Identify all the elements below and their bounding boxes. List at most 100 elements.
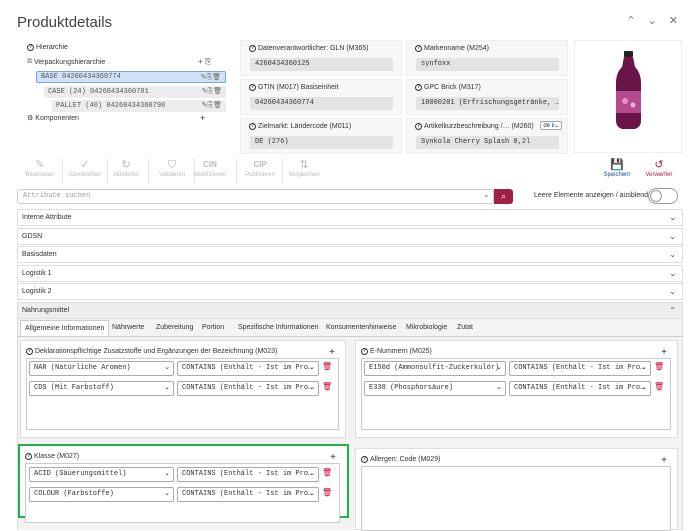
accordion-logistik-2[interactable]: Logistik 2 ⌄ bbox=[17, 283, 683, 300]
chevron-down-icon: ⌄ bbox=[669, 232, 676, 241]
pencil-icon: ✎ bbox=[35, 159, 45, 171]
header-icons: ⌃ ⌄ ✕ bbox=[626, 14, 678, 27]
klasse-status-1[interactable]: CONTAINS (Enthält - Ist im Pro… ⌄ bbox=[177, 467, 319, 482]
modify-button[interactable]: CIN Modifizieren bbox=[187, 158, 233, 184]
row-icons: ✎⎘🗑 bbox=[200, 74, 221, 82]
chevron-up-icon: ⌃ bbox=[669, 306, 676, 315]
hierarchy-label: ? Hierarchie bbox=[27, 44, 68, 51]
markenname-value: synfoxx bbox=[416, 58, 559, 71]
layers-icon: ⧉ bbox=[27, 58, 32, 65]
save-icon: 💾 bbox=[610, 159, 624, 171]
trash-icon[interactable]: 🗑 bbox=[654, 382, 664, 391]
tab-allgemeine-informationen[interactable]: Allgemeine Informationen bbox=[20, 320, 110, 336]
publish-button[interactable]: CIP Publizieren bbox=[237, 158, 283, 184]
discard-icon: ↺ bbox=[654, 159, 664, 171]
tab-naehrwerte[interactable]: Nährwerte bbox=[108, 320, 148, 336]
pack-hierarchy-label: ⧉ Verpackungshierarchie bbox=[27, 58, 106, 66]
compare-button[interactable]: ⇅ Vergleichen bbox=[281, 158, 327, 184]
edit-button[interactable]: ✎ Bearbeiten bbox=[17, 158, 63, 184]
e-nummer-select-2[interactable]: E338 (Phosphorsäure) ⌄ bbox=[364, 381, 506, 396]
klasse-select-2[interactable]: COLOUR (Farbstoffe) ⌄ bbox=[29, 487, 174, 502]
tab-spezifische-informationen[interactable]: Spezifische Informationen bbox=[234, 320, 323, 336]
add-icon[interactable]: + bbox=[330, 452, 336, 463]
accordion-basisdaten[interactable]: Basisdaten ⌄ bbox=[17, 246, 683, 263]
trash-icon[interactable]: 🗑 bbox=[322, 488, 332, 497]
product-image bbox=[574, 40, 682, 153]
gtin-value: 04260434360774 bbox=[250, 97, 393, 110]
tab-mikrobiologie[interactable]: Mikrobiologie bbox=[402, 320, 451, 336]
activate-button[interactable]: ↻ Aktivieren bbox=[103, 158, 149, 184]
compare-icon: ⇅ bbox=[299, 159, 309, 171]
components-icon: ⚙ bbox=[27, 115, 34, 122]
chevron-down-icon: ⌄ bbox=[483, 192, 489, 200]
refresh-icon: ↻ bbox=[121, 159, 131, 171]
field-datenverantwortlicher: ? Datenverantwortlicher: GLN (M365) 42604… bbox=[240, 40, 402, 76]
chevron-down-icon: ⌄ bbox=[669, 250, 676, 259]
allergen-list bbox=[361, 466, 671, 531]
chevron-up-icon[interactable]: ⌃ bbox=[626, 14, 635, 27]
gln-value: 4260434360125 bbox=[250, 58, 393, 71]
accordion-gdsn[interactable]: GDSN ⌄ bbox=[17, 228, 683, 245]
attribute-search-input[interactable]: Attribute suchen ⌄ bbox=[17, 189, 494, 204]
section-e-nummern: ? E-Nummern (M025) + E150d (Ammonsulfit-Z… bbox=[355, 340, 678, 438]
zusatzstoff-select-1[interactable]: NAR (Natürliche Aromen) ⌄ bbox=[29, 361, 174, 376]
chevron-down-icon: ⌄ bbox=[669, 269, 676, 278]
chevron-down-icon: ⌄ bbox=[669, 213, 676, 222]
page-title: Produktdetails bbox=[17, 14, 113, 31]
field-markenname: ? Markenname (M254) synfoxx bbox=[406, 40, 568, 76]
toggle-label: Leere Elemente anzeigen / ausblenden bbox=[534, 192, 656, 199]
field-gtin: ? GTIN (M017) Basiseinheit 04260434360774 bbox=[240, 79, 402, 115]
zusatzstoff-status-1[interactable]: CONTAINS (Enthält - Ist im Pro… ⌄ bbox=[177, 361, 319, 376]
gpc-value: 10000201 (Erfrischungsgetränke, … bbox=[416, 97, 559, 110]
e-nummer-select-1[interactable]: E150d (Ammonsulfit-Zuckerkulör) ⌄ bbox=[364, 361, 506, 376]
e-nummer-status-1[interactable]: CONTAINS (Enthält - Ist im Pro… ⌄ bbox=[509, 361, 651, 376]
section-allergen: ? Allergen: Code (M029) + bbox=[355, 448, 678, 531]
trash-icon[interactable]: 🗑 bbox=[322, 468, 332, 477]
language-select[interactable]: de ℹ⌄ bbox=[540, 121, 562, 130]
bottle-image bbox=[616, 51, 641, 129]
cin-icon: CIN bbox=[203, 160, 217, 169]
tab-zubereitung[interactable]: Zubereitung bbox=[152, 320, 197, 336]
tab-zutat[interactable]: Zutat bbox=[453, 320, 477, 336]
section-klasse: ? Klasse (M027) + ACID (Säuerungsmittel) ⌄… bbox=[18, 444, 349, 523]
chevron-down-icon[interactable]: ⌄ bbox=[648, 14, 657, 27]
trash-icon[interactable]: 🗑 bbox=[322, 362, 332, 371]
close-icon[interactable]: ✕ bbox=[669, 14, 678, 27]
section-zusatzstoffe: ? Deklarationspflichtige Zusatzstoffe und… bbox=[20, 340, 346, 438]
add-icon[interactable]: + bbox=[661, 347, 667, 358]
klasse-select-1[interactable]: ACID (Säuerungsmittel) ⌄ bbox=[29, 467, 174, 482]
field-artikel: ? Artikelkurzbeschreibung /… (M260) de ℹ⌄… bbox=[406, 118, 568, 154]
e-nummer-status-2[interactable]: CONTAINS (Enthält - Ist im Pro… ⌄ bbox=[509, 381, 651, 396]
accordion-interne-attribute[interactable]: Interne Attribute ⌄ bbox=[17, 209, 683, 226]
add-icon[interactable]: + bbox=[661, 455, 667, 466]
trash-icon[interactable]: 🗑 bbox=[322, 382, 332, 391]
components-label: ⚙ Komponenten bbox=[27, 114, 79, 123]
trash-icon[interactable]: 🗑 bbox=[654, 362, 664, 371]
chevron-down-icon: ⌄ bbox=[669, 287, 676, 296]
zusatzstoff-select-2[interactable]: CDS (Mit Farbstoff) ⌄ bbox=[29, 381, 174, 396]
hierarchy-row-case[interactable]: CASE (24) 04260434360781 ✎⎘🗑 bbox=[44, 86, 226, 98]
cip-icon: CIP bbox=[253, 160, 267, 169]
tab-konsumentenhinweise[interactable]: Konsumentenhinweise bbox=[322, 320, 400, 336]
search-button[interactable]: ⌕ bbox=[494, 189, 513, 204]
accordion-logistik-1[interactable]: Logistik 1 ⌄ bbox=[17, 265, 683, 282]
tab-portion[interactable]: Portion bbox=[198, 320, 228, 336]
accordion-nahrungsmittel[interactable]: Nahrungsmittel ⌃ bbox=[17, 302, 683, 319]
hierarchy-row-base[interactable]: BASE 04260434360774 ✎⎘🗑 bbox=[36, 71, 226, 83]
add-icon[interactable]: + ⎘ bbox=[198, 57, 211, 67]
empty-elements-toggle[interactable] bbox=[648, 188, 678, 204]
artikel-value: Synkola Cherry Splash 0,2l bbox=[416, 136, 559, 149]
finish-button[interactable]: ✓ Abschließen bbox=[62, 158, 108, 184]
save-button[interactable]: 💾 Speichern bbox=[594, 158, 640, 184]
zusatzstoff-status-2[interactable]: CONTAINS (Enthält - Ist im Pro… ⌄ bbox=[177, 381, 319, 396]
hierarchy-panel: ? Hierarchie ⧉ Verpackungshierarchie + ⎘ B… bbox=[17, 40, 232, 153]
search-icon: ⌕ bbox=[500, 191, 507, 201]
add-component-icon[interactable]: + bbox=[200, 113, 205, 123]
hierarchy-row-pallet[interactable]: PALLET (40) 04260434360798 ✎⎘🗑 bbox=[52, 100, 226, 112]
field-zielmarkt: ? Zielmarkt: Ländercode (M011) DE (276) bbox=[240, 118, 402, 154]
discard-button[interactable]: ↺ Verwerfen bbox=[636, 158, 682, 184]
zielmarkt-value: DE (276) bbox=[250, 136, 393, 149]
check-icon: ✓ bbox=[80, 159, 90, 171]
add-icon[interactable]: + bbox=[329, 347, 335, 358]
klasse-status-2[interactable]: CONTAINS (Enthält - Ist im Pro… ⌄ bbox=[177, 487, 319, 502]
